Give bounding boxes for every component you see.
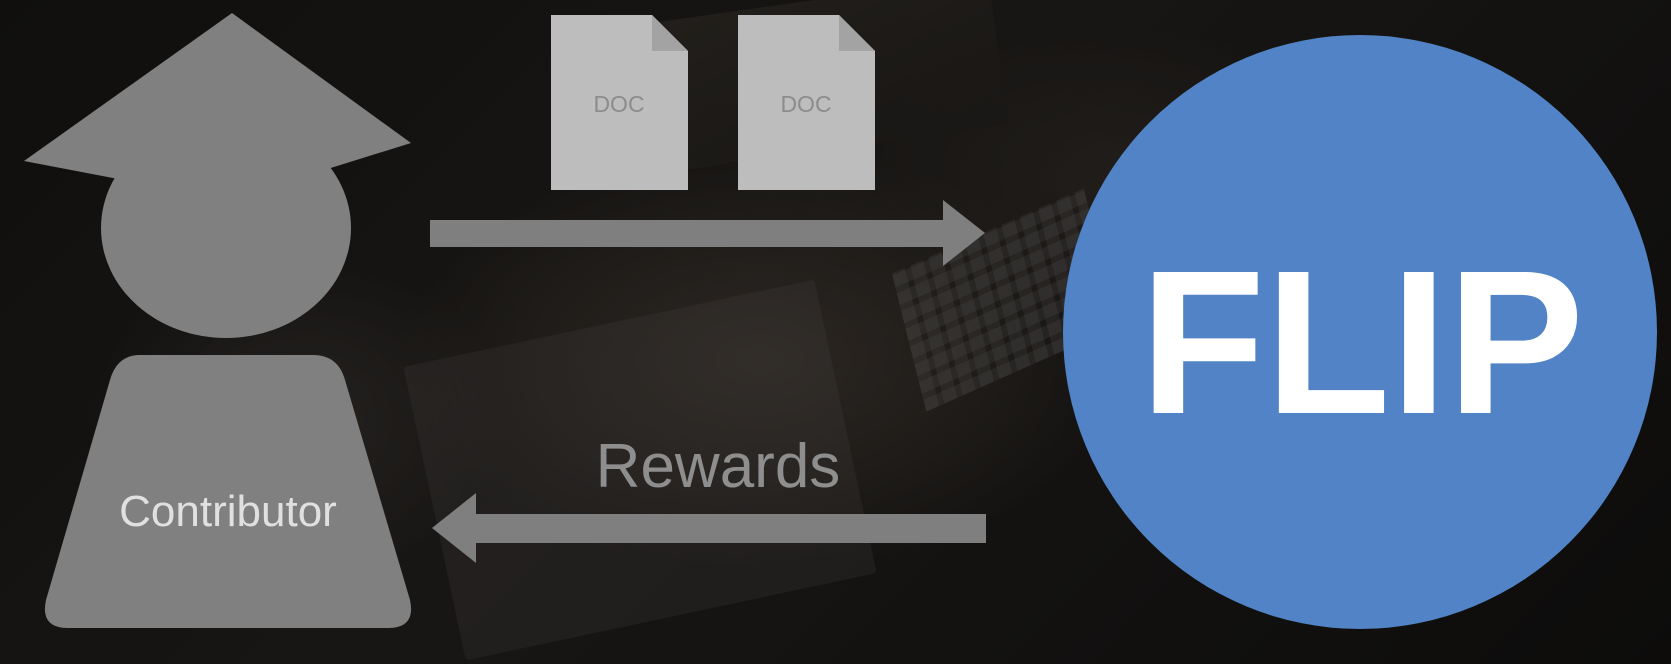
document-label: DOC	[593, 91, 644, 117]
rewards-label: Rewards	[596, 432, 841, 501]
arrow-left-icon	[432, 493, 986, 563]
arrow-right-icon	[430, 200, 985, 266]
document-fold	[839, 15, 875, 51]
document-fold	[652, 15, 688, 51]
contributor-label: Contributor	[119, 487, 337, 536]
diagram-canvas: Contributor DOC DOC Rewards FLIP	[24, 13, 1657, 629]
document-label: DOC	[780, 91, 831, 117]
document-icon: DOC	[738, 15, 875, 190]
person-head	[101, 118, 351, 338]
flip-label: FLIP	[1140, 228, 1584, 457]
document-icon: DOC	[551, 15, 688, 190]
graduate-icon: Contributor	[24, 13, 412, 628]
flip-platform: FLIP	[1063, 35, 1657, 629]
diagram-stage: Contributor DOC DOC Rewards FLIP	[0, 0, 1671, 664]
